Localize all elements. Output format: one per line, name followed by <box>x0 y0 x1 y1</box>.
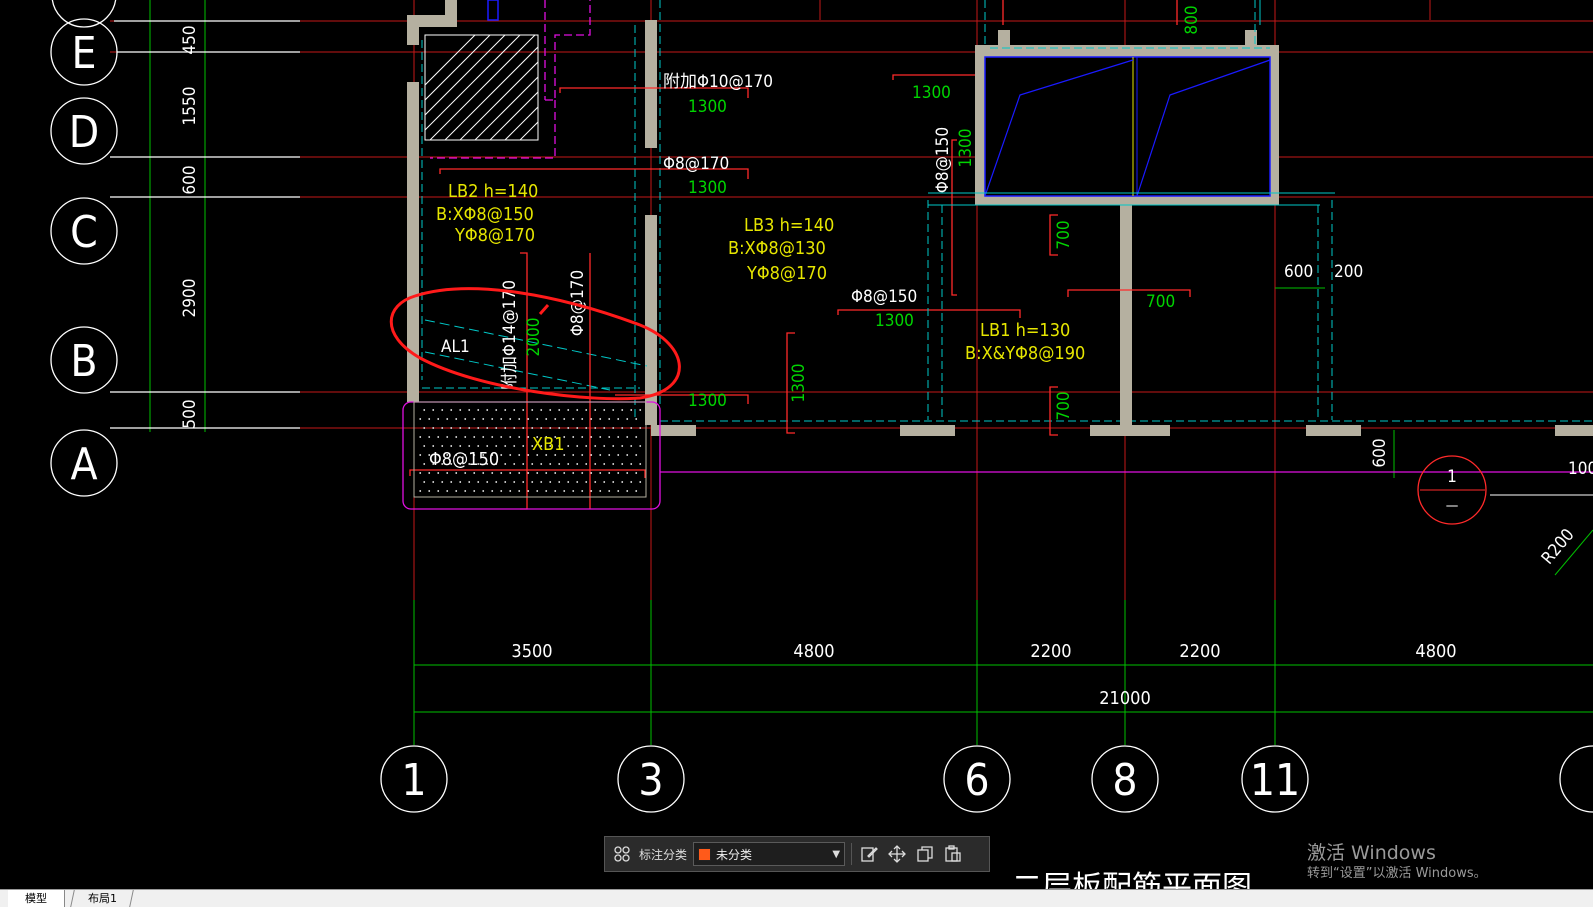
row-dim-600: 600 <box>180 165 200 194</box>
lb1-rebar: B:X&YΦ8@190 <box>965 343 1085 364</box>
note-r8-150: Φ8@150 <box>851 287 917 307</box>
row-dim-2900: 2900 <box>180 279 200 318</box>
annotation-toolbar: 标注分类 未分类 ▼ <box>604 836 990 872</box>
bay-dim-1-3: 3500 <box>511 641 552 662</box>
grid-view-icon[interactable] <box>611 843 633 865</box>
copy-icon[interactable] <box>914 843 936 865</box>
note-add-10-170: 附加Φ10@170 <box>663 72 773 92</box>
bay-dim-8-11: 2200 <box>1179 641 1220 662</box>
len-2000-vertical: 2000 <box>524 318 544 357</box>
len-1300-window: 1300 <box>956 129 976 168</box>
xb1-name: XB1 <box>532 434 565 455</box>
row-label-D: D <box>69 107 100 158</box>
len-700-b: 700 <box>1146 292 1175 312</box>
len-800: 800 <box>1182 5 1202 34</box>
col-label-1: 1 <box>401 755 426 806</box>
layout-tab-bar: 模型 布局1 <box>0 889 1593 907</box>
lb1-name: LB1 h=130 <box>980 320 1070 341</box>
annotation-category-label: 标注分类 <box>639 847 688 862</box>
lb3-rebar-y: YΦ8@170 <box>746 263 827 284</box>
overall-dimension: 21000 <box>1099 688 1151 709</box>
col-label-3: 3 <box>638 755 663 806</box>
note-add-14-170-vertical: 附加Φ14@170 <box>500 280 520 390</box>
tab-model[interactable]: 模型 <box>8 890 65 907</box>
move-icon[interactable] <box>886 843 908 865</box>
section-marker-top: 1 <box>1447 467 1457 487</box>
edit-icon[interactable] <box>858 843 880 865</box>
col-label-8: 8 <box>1112 755 1137 806</box>
chevron-down-icon: ▼ <box>832 848 841 860</box>
tab-layout1-label: 布局1 <box>87 892 117 905</box>
lb2-rebar-y: YΦ8@170 <box>454 225 535 246</box>
len-1300-d: 1300 <box>912 83 951 103</box>
xb1-rebar: Φ8@150 <box>429 449 499 470</box>
lb2-name: LB2 h=140 <box>448 181 538 202</box>
windows-activation-watermark: 激活 Windows 转到“设置”以激活 Windows。 <box>1307 842 1487 884</box>
row-label-C: C <box>70 207 98 258</box>
bay-dim-11-next: 4800 <box>1415 641 1456 662</box>
len-700-c: 700 <box>1054 391 1074 420</box>
col-label-11: 11 <box>1250 755 1300 806</box>
watermark-subtitle: 转到“设置”以激活 Windows。 <box>1307 866 1487 881</box>
toolbar-divider <box>851 843 853 865</box>
note-r8-150-vertical: Φ8@150 <box>933 127 953 193</box>
dim-200-right: 200 <box>1334 262 1363 282</box>
len-1300-vertical: 1300 <box>789 364 809 403</box>
cad-drawing-canvas[interactable]: 450 1550 600 2900 500 E D C B A LB2 h=14… <box>0 0 1593 906</box>
row-dim-500: 500 <box>180 399 200 428</box>
note-r8-170: Φ8@170 <box>663 154 729 174</box>
selected-category: 未分类 <box>716 847 753 862</box>
row-dim-1550: 1550 <box>180 87 200 126</box>
len-1300-c: 1300 <box>688 391 727 411</box>
tab-model-label: 模型 <box>25 892 47 905</box>
row-label-E: E <box>71 28 96 79</box>
paste-icon[interactable] <box>942 843 964 865</box>
lb2-rebar-b: B:XΦ8@150 <box>436 204 534 225</box>
row-label-A: A <box>70 439 97 490</box>
row-label-B: B <box>70 336 97 387</box>
dim-100: 100 <box>1568 459 1593 479</box>
lb3-name: LB3 h=140 <box>744 215 834 236</box>
len-1300-a: 1300 <box>688 97 727 117</box>
tab-layout1[interactable]: 布局1 <box>70 890 134 907</box>
len-1300-b: 1300 <box>688 178 727 198</box>
dim-600-vertical: 600 <box>1370 438 1390 467</box>
category-color-swatch <box>698 847 712 861</box>
bay-dim-6-8: 2200 <box>1030 641 1071 662</box>
dim-600-right: 600 <box>1284 262 1313 282</box>
watermark-title: 激活 Windows <box>1307 842 1436 864</box>
lb3-rebar-b: B:XΦ8@130 <box>728 238 826 259</box>
len-1300-e: 1300 <box>875 311 914 331</box>
bay-dim-3-6: 4800 <box>793 641 834 662</box>
note-al1: AL1 <box>441 337 470 357</box>
len-700-a: 700 <box>1054 220 1074 249</box>
row-dim-450: 450 <box>180 25 200 54</box>
section-marker-bottom: — <box>1446 498 1459 514</box>
annotation-category-dropdown[interactable]: 未分类 ▼ <box>693 842 846 866</box>
col-label-6: 6 <box>964 755 989 806</box>
